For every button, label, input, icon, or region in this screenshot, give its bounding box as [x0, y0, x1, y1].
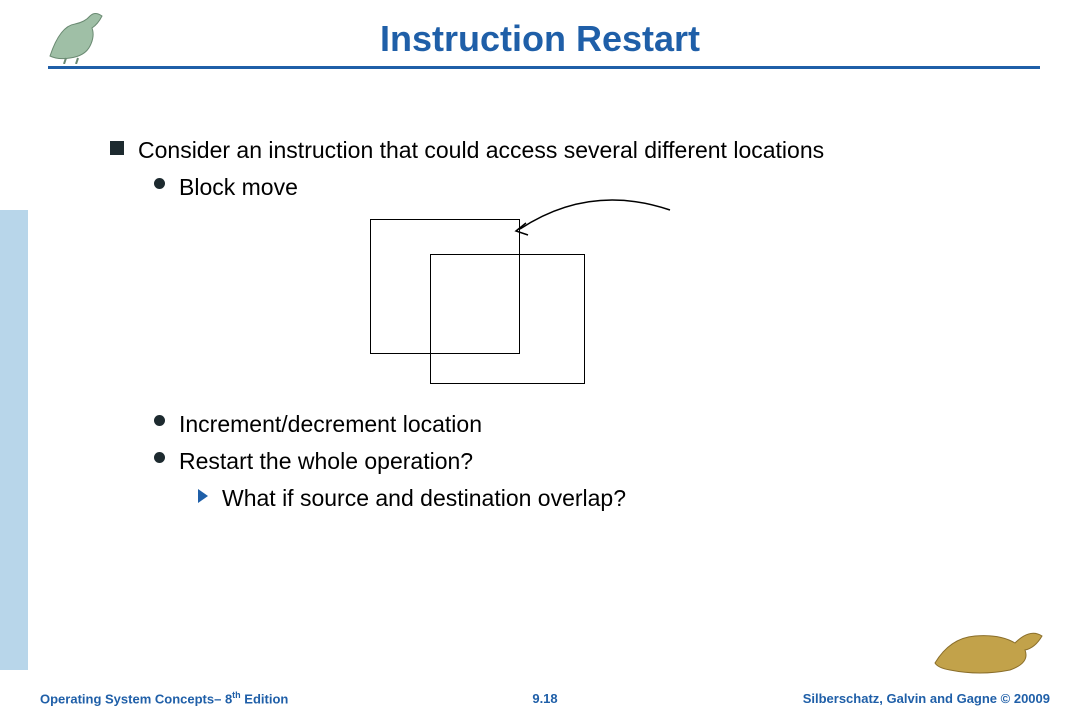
dinosaur-icon: [930, 618, 1050, 678]
slide-body: Consider an instruction that could acces…: [110, 135, 1020, 520]
sidebar-stripe-bottom: [0, 210, 28, 670]
dot-bullet-icon: [154, 178, 165, 189]
bullet-level2: Increment/decrement location: [154, 409, 1020, 440]
square-bullet-icon: [110, 141, 124, 155]
bullet-text: What if source and destination overlap?: [222, 483, 626, 514]
dot-bullet-icon: [154, 415, 165, 426]
footer-page-number: 9.18: [532, 691, 557, 706]
footer-left-sup: th: [232, 690, 241, 700]
overlap-diagram: [290, 209, 1020, 389]
bullet-level2: Restart the whole operation?: [154, 446, 1020, 477]
arrow-icon: [510, 195, 710, 255]
chevron-bullet-icon: [198, 489, 208, 503]
bullet-text: Increment/decrement location: [179, 409, 482, 440]
diagram-box-dest: [430, 254, 585, 384]
footer-right: Silberschatz, Galvin and Gagne © 20009: [803, 691, 1050, 706]
bullet-level1: Consider an instruction that could acces…: [110, 135, 1020, 166]
dot-bullet-icon: [154, 452, 165, 463]
title-underline: [48, 66, 1040, 69]
bullet-level3: What if source and destination overlap?: [198, 483, 1020, 514]
footer-left: Operating System Concepts– 8th Edition: [40, 690, 288, 706]
bullet-text: Block move: [179, 172, 298, 203]
slide-title: Instruction Restart: [0, 18, 1080, 60]
footer-left-text-a: Operating System Concepts– 8: [40, 691, 232, 706]
bullet-text: Consider an instruction that could acces…: [138, 135, 824, 166]
bullet-text: Restart the whole operation?: [179, 446, 473, 477]
slide-footer: Operating System Concepts– 8th Edition 9…: [40, 690, 1050, 706]
footer-left-text-b: Edition: [241, 691, 289, 706]
